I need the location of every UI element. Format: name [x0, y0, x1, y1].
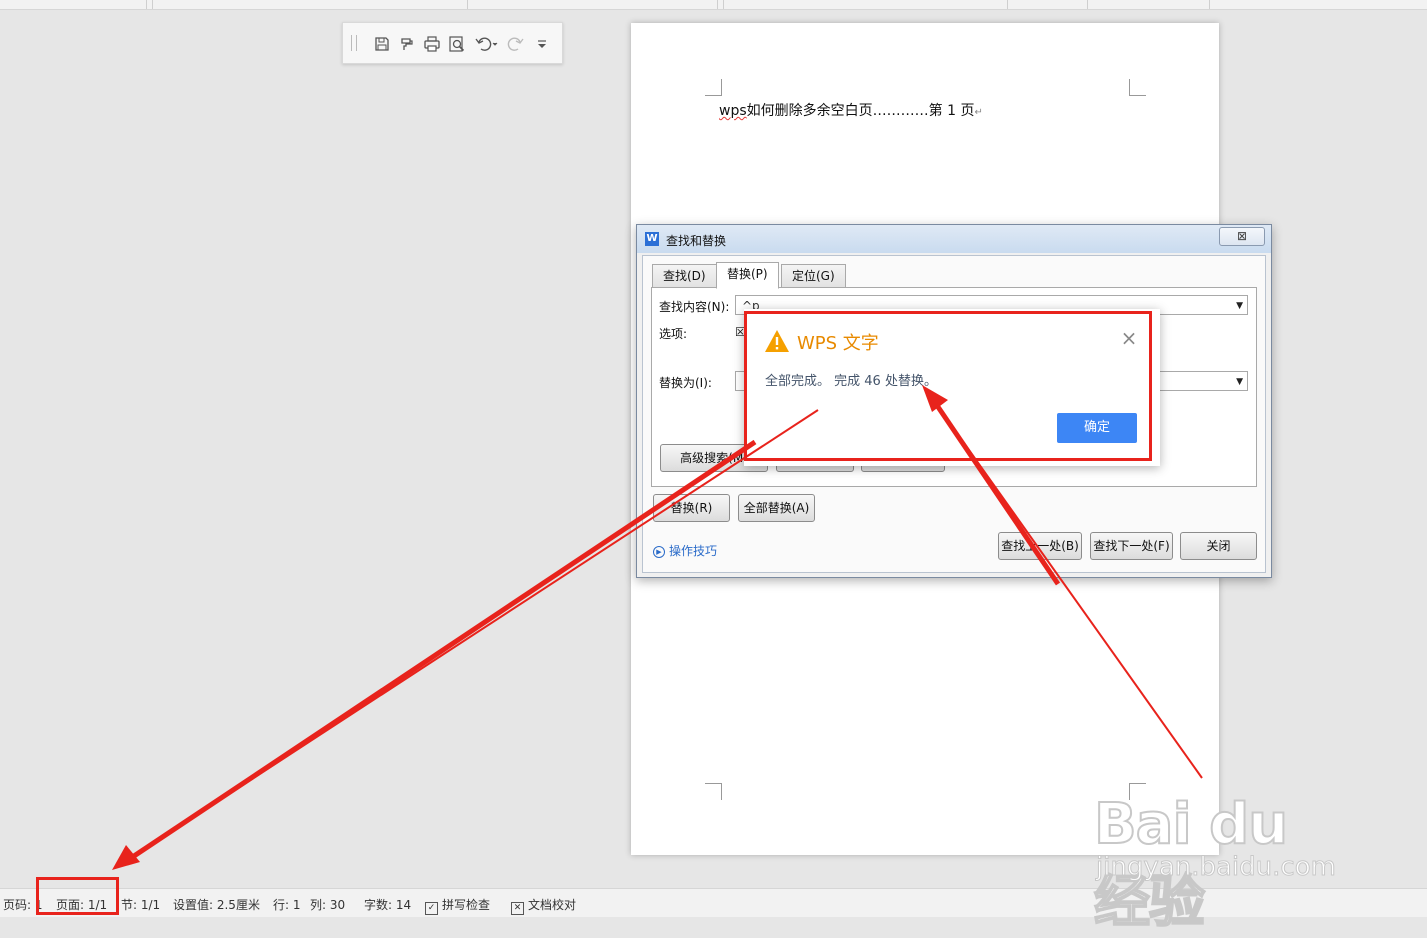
status-word-count[interactable]: 字数: 14 — [364, 896, 411, 913]
save-icon[interactable] — [373, 35, 391, 53]
checkmark-icon: ✓ — [425, 902, 438, 915]
margin-corner-mark — [1129, 79, 1146, 96]
margin-corner-mark — [705, 79, 722, 96]
customize-dropdown-icon[interactable] — [533, 35, 551, 53]
replace-with-label: 替换为(I): — [659, 376, 712, 390]
status-column[interactable]: 列: 30 — [310, 896, 345, 913]
document-text-line[interactable]: wps如何删除多余空白页…………第 1 页↵ — [719, 100, 983, 120]
print-preview-icon[interactable] — [448, 35, 466, 53]
format-painter-icon[interactable] — [398, 35, 416, 53]
quick-access-toolbar — [342, 22, 563, 64]
play-icon: ▶ — [653, 545, 665, 558]
options-label: 选项: — [659, 327, 688, 341]
document-text[interactable]: 如何删除多余空白页…………第 1 页 — [747, 103, 975, 119]
replace-button[interactable]: 替换(R) — [653, 494, 730, 522]
status-setting-value[interactable]: 设置值: 2.5厘米 — [173, 896, 260, 913]
tab-find[interactable]: 查找(D) — [652, 264, 717, 288]
dialog-titlebar[interactable]: W 查找和替换 ⊠ — [637, 225, 1271, 253]
dialog-close-button[interactable]: ⊠ — [1219, 227, 1265, 246]
baidu-jingyan-watermark: Bai du 经验 jingyan.baidu.com — [1093, 760, 1354, 936]
proofread-toggle[interactable]: ✕ 文档校对 — [511, 896, 576, 915]
tab-replace[interactable]: 替换(P) — [716, 262, 779, 289]
misspelled-word[interactable]: wps — [719, 103, 747, 119]
replace-all-button[interactable]: 全部替换(A) — [738, 494, 815, 522]
paragraph-mark: ↵ — [974, 107, 983, 118]
ribbon-strip — [0, 0, 1427, 10]
annotation-highlight-box — [744, 311, 1152, 461]
find-what-label: 查找内容(N): — [659, 300, 730, 314]
find-next-button[interactable]: 查找下一处(F) — [1090, 532, 1173, 560]
close-button[interactable]: 关闭 — [1180, 532, 1257, 560]
tips-link[interactable]: ▶ 操作技巧 — [653, 542, 717, 559]
chevron-down-icon[interactable]: ▼ — [1236, 372, 1243, 392]
spell-check-toggle[interactable]: ✓ 拼写检查 — [425, 896, 490, 915]
dialog-title: 查找和替换 — [666, 234, 727, 248]
toolbar-grip[interactable] — [351, 35, 357, 51]
status-row[interactable]: 行: 1 — [273, 896, 301, 913]
chevron-down-icon[interactable]: ▼ — [1236, 296, 1243, 316]
redo-icon[interactable] — [507, 35, 525, 53]
tips-link-label: 操作技巧 — [669, 544, 718, 558]
cross-box-icon: ✕ — [511, 902, 524, 915]
margin-corner-mark — [705, 783, 722, 800]
find-previous-button[interactable]: 查找上一处(B) — [998, 532, 1082, 560]
tab-goto[interactable]: 定位(G) — [781, 264, 846, 288]
print-icon[interactable] — [423, 35, 441, 53]
status-section[interactable]: 节: 1/1 — [121, 896, 160, 913]
annotation-arrowhead — [112, 845, 140, 870]
watermark-url: jingyan.baidu.com — [1096, 852, 1337, 883]
wps-writer-icon: W — [645, 232, 659, 246]
undo-icon[interactable] — [474, 35, 500, 53]
spell-check-label: 拼写检查 — [442, 898, 491, 912]
proofread-label: 文档校对 — [528, 898, 577, 912]
annotation-highlight-box — [36, 877, 119, 915]
